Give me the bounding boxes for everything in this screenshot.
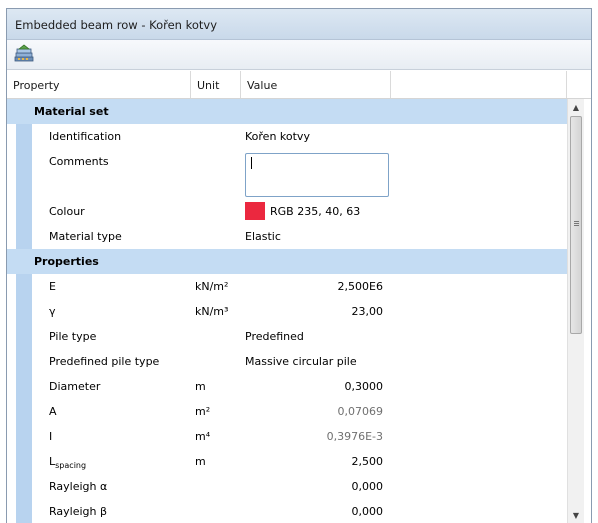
row-gutter	[16, 299, 32, 324]
property-label: Diameter	[49, 380, 101, 393]
unit-label: kN/m³	[195, 305, 229, 318]
property-label: Comments	[49, 155, 109, 168]
row-gutter	[16, 449, 32, 474]
column-header-empty	[391, 71, 567, 98]
row-rayleigh-alpha[interactable]: Rayleigh α 0,000	[7, 474, 567, 499]
property-grid: Material set Identification Kořen kotvy …	[7, 99, 567, 523]
row-colour[interactable]: Colour RGB 235, 40, 63	[7, 199, 567, 224]
database-icon[interactable]	[13, 44, 35, 64]
dialog-window: Embedded beam row - Kořen kotvy Property…	[6, 8, 592, 523]
section-material-set[interactable]: Material set	[7, 99, 567, 124]
row-l-spacing[interactable]: Lspacing m 2,500	[7, 449, 567, 474]
column-header-unit[interactable]: Unit	[191, 71, 241, 98]
toolbar	[7, 40, 591, 70]
grip-line	[574, 223, 579, 224]
row-gutter	[16, 399, 32, 424]
text-caret	[251, 157, 252, 169]
diameter-value[interactable]: 0,3000	[345, 374, 384, 399]
property-label: Predefined pile type	[49, 355, 160, 368]
scroll-down-arrow-icon[interactable]: ▼	[568, 507, 584, 523]
unit-label: m	[195, 455, 206, 468]
e-value[interactable]: 2,500E6	[338, 274, 383, 299]
unit-label: m²	[195, 405, 211, 418]
material-type-value[interactable]: Elastic	[245, 224, 281, 249]
unit-label: m⁴	[195, 430, 211, 443]
section-title: Material set	[34, 105, 109, 118]
section-title: Properties	[34, 255, 99, 268]
row-gutter	[16, 374, 32, 399]
row-gutter	[16, 224, 32, 249]
property-label: γ	[49, 305, 56, 318]
property-label: Rayleigh α	[49, 480, 108, 493]
row-predefined-pile-type[interactable]: Predefined pile type Massive circular pi…	[7, 349, 567, 374]
row-gutter	[16, 274, 32, 299]
row-i: I m⁴ 0,3976E-3	[7, 424, 567, 449]
property-label: E	[49, 280, 56, 293]
row-material-type[interactable]: Material type Elastic	[7, 224, 567, 249]
vertical-scrollbar[interactable]: ▲ ▼	[567, 99, 584, 523]
gamma-value[interactable]: 23,00	[352, 299, 384, 324]
comments-textarea[interactable]	[245, 153, 389, 197]
row-gutter	[16, 199, 32, 224]
row-gutter	[16, 474, 32, 499]
row-comments[interactable]: Comments	[7, 149, 567, 199]
scroll-up-arrow-icon[interactable]: ▲	[568, 99, 584, 116]
property-label: Identification	[49, 130, 122, 143]
row-gutter	[16, 124, 32, 149]
row-gutter	[16, 424, 32, 449]
l-spacing-sub: spacing	[55, 461, 87, 471]
row-diameter[interactable]: Diameter m 0,3000	[7, 374, 567, 399]
a-value: 0,07069	[337, 405, 384, 418]
row-rayleigh-beta[interactable]: Rayleigh β 0,000	[7, 499, 567, 523]
pile-type-value[interactable]: Predefined	[245, 324, 304, 349]
identification-value[interactable]: Kořen kotvy	[245, 124, 310, 149]
grip-line	[574, 225, 579, 226]
scrollbar-thumb[interactable]	[570, 116, 582, 334]
row-gamma[interactable]: γ kN/m³ 23,00	[7, 299, 567, 324]
window-title: Embedded beam row - Kořen kotvy	[15, 18, 218, 32]
column-header-value[interactable]: Value	[241, 71, 391, 98]
title-bar[interactable]: Embedded beam row - Kořen kotvy	[7, 9, 591, 40]
unit-label: m	[195, 380, 206, 393]
property-label: I	[49, 430, 53, 443]
colour-value: RGB 235, 40, 63	[270, 205, 361, 218]
row-gutter	[16, 324, 32, 349]
property-label: Rayleigh β	[49, 505, 108, 518]
row-pile-type[interactable]: Pile type Predefined	[7, 324, 567, 349]
grip-line	[574, 221, 579, 222]
i-value: 0,3976E-3	[326, 430, 383, 443]
property-label: Material type	[49, 230, 122, 243]
row-gutter	[16, 349, 32, 374]
l-spacing-value[interactable]: 2,500	[352, 449, 384, 474]
row-a: A m² 0,07069	[7, 399, 567, 424]
property-label: Pile type	[49, 330, 97, 343]
rayleigh-beta-value[interactable]: 0,000	[352, 499, 384, 523]
grid-header: Property Unit Value	[7, 71, 591, 99]
rayleigh-alpha-value[interactable]: 0,000	[352, 474, 384, 499]
colour-swatch[interactable]	[245, 202, 265, 220]
property-label: Colour	[49, 205, 85, 218]
row-gutter	[16, 499, 32, 523]
section-properties[interactable]: Properties	[7, 249, 567, 274]
row-gutter	[16, 149, 32, 199]
column-header-property[interactable]: Property	[7, 71, 191, 98]
row-e[interactable]: E kN/m² 2,500E6	[7, 274, 567, 299]
row-identification[interactable]: Identification Kořen kotvy	[7, 124, 567, 149]
predefined-pile-type-value[interactable]: Massive circular pile	[245, 349, 357, 374]
unit-label: kN/m²	[195, 280, 229, 293]
property-label: A	[49, 405, 57, 418]
